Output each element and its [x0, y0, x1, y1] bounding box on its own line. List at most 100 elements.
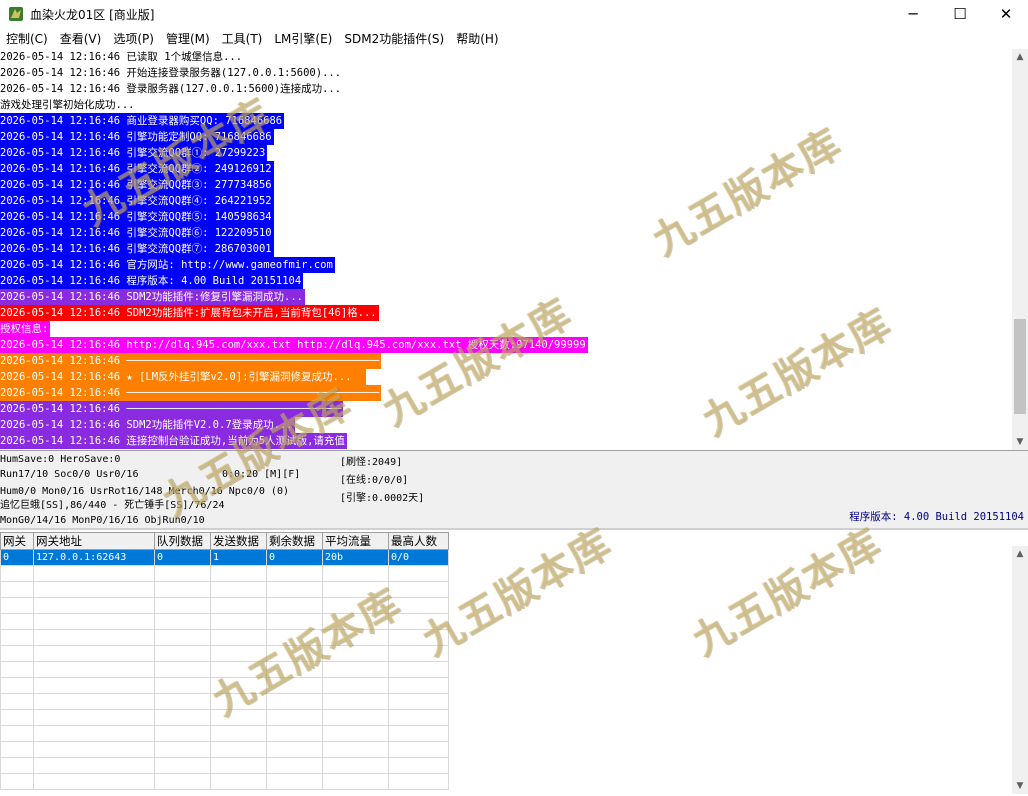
table-cell — [0, 661, 34, 678]
menu-bar: 控制(C) 查看(V) 选项(P) 管理(M) 工具(T) LM引擎(E) SD… — [0, 29, 1028, 49]
log-line: 2026-05-14 12:16:46 引擎交流QQ群⑤: 140598634 — [0, 209, 274, 225]
table-cell — [266, 773, 323, 790]
menu-lm-engine[interactable]: LM引擎(E) — [268, 29, 338, 49]
log-line: 2026-05-14 12:16:46 SDM2功能插件V2.0.7登录成功..… — [0, 417, 295, 433]
table-cell: 0 — [0, 549, 34, 566]
table-cell — [210, 597, 267, 614]
log-line: 2026-05-14 12:16:46 ────────────────────… — [0, 401, 344, 417]
table-cell — [266, 613, 323, 630]
table-cell — [33, 613, 155, 630]
menu-help[interactable]: 帮助(H) — [450, 29, 504, 49]
table-cell — [322, 629, 389, 646]
col-max-users[interactable]: 最高人数 — [388, 532, 449, 550]
table-cell: 1 — [210, 549, 267, 566]
table-cell — [154, 565, 211, 582]
menu-options[interactable]: 选项(P) — [107, 29, 160, 49]
table-row[interactable]: 0 127.0.0.1:62643 0 1 0 20b 0/0 — [0, 549, 449, 566]
gateway-header-row: 网关 网关地址 队列数据 发送数据 剩余数据 平均流量 最高人数 — [0, 532, 449, 550]
scroll-down-icon[interactable]: ▼ — [1012, 778, 1028, 794]
table-cell — [388, 709, 449, 726]
table-row[interactable] — [0, 741, 449, 758]
table-cell — [388, 613, 449, 630]
table-row[interactable] — [0, 629, 449, 646]
col-gateway[interactable]: 网关 — [0, 532, 34, 550]
table-cell: 127.0.0.1:62643 — [33, 549, 155, 566]
log-line: 2026-05-14 12:16:46 ★ [LM反外挂引擎v2.0]:引擎漏洞… — [0, 369, 367, 385]
table-row[interactable] — [0, 757, 449, 774]
table-cell — [322, 645, 389, 662]
menu-view[interactable]: 查看(V) — [54, 29, 108, 49]
table-cell — [0, 773, 34, 790]
table-cell — [0, 565, 34, 582]
table-cell — [33, 693, 155, 710]
table-cell — [266, 741, 323, 758]
table-cell — [33, 757, 155, 774]
col-queue[interactable]: 队列数据 — [154, 532, 211, 550]
log-line: 2026-05-14 12:16:46 引擎交流QQ群③: 277734856 — [0, 177, 274, 193]
table-cell — [154, 597, 211, 614]
table-row[interactable] — [0, 773, 449, 790]
scroll-up-icon[interactable]: ▲ — [1012, 546, 1028, 562]
table-cell — [0, 613, 34, 630]
table-row[interactable] — [0, 677, 449, 694]
col-address[interactable]: 网关地址 — [33, 532, 155, 550]
log-line: 授权信息: — [0, 321, 51, 337]
table-row[interactable] — [0, 645, 449, 662]
table-cell — [154, 661, 211, 678]
scroll-thumb[interactable] — [1014, 319, 1026, 414]
table-row[interactable] — [0, 725, 449, 742]
table-row[interactable] — [0, 581, 449, 598]
scroll-down-icon[interactable]: ▼ — [1012, 434, 1028, 450]
log-line: 游戏处理引擎初始化成功... — [0, 99, 135, 111]
table-cell — [388, 645, 449, 662]
log-line: 2026-05-14 12:16:46 已读取 1个城堡信息... — [0, 51, 243, 63]
table-cell — [322, 661, 389, 678]
col-sent[interactable]: 发送数据 — [210, 532, 267, 550]
minimize-icon[interactable]: ─ — [890, 0, 936, 28]
window-title: 血染火龙01区 [商业版] — [30, 8, 155, 22]
status-mong: MonG0/14/16 MonP0/16/16 ObjRun0/10 — [0, 515, 205, 526]
table-cell — [154, 709, 211, 726]
status-boss: 追忆巨蛾[SS],86/440 - 死亡锤手[SS]/76/24 — [0, 500, 225, 511]
status-run: Run17/10 Soc0/0 Usr0/16 — [0, 469, 139, 480]
col-avg-traffic[interactable]: 平均流量 — [322, 532, 389, 550]
close-icon[interactable]: ✕ — [983, 0, 1028, 28]
menu-tools[interactable]: 工具(T) — [216, 29, 269, 49]
table-row[interactable] — [0, 661, 449, 678]
table-cell — [0, 581, 34, 598]
table-cell — [388, 677, 449, 694]
menu-manage[interactable]: 管理(M) — [160, 29, 216, 49]
table-cell — [322, 709, 389, 726]
table-cell — [0, 757, 34, 774]
table-cell — [33, 629, 155, 646]
log-line: 2026-05-14 12:16:46 ────────────────────… — [0, 353, 382, 369]
table-cell — [210, 741, 267, 758]
table-row[interactable] — [0, 709, 449, 726]
table-row[interactable] — [0, 693, 449, 710]
menu-sdm2-plugin[interactable]: SDM2功能插件(S) — [338, 29, 450, 49]
table-cell — [0, 741, 34, 758]
table-row[interactable] — [0, 597, 449, 614]
log-panel[interactable]: 2026-05-14 12:16:46 已读取 1个城堡信息... 2026-05… — [0, 49, 1012, 450]
gateway-scrollbar[interactable]: ▲ ▼ — [1012, 546, 1028, 794]
table-cell — [154, 613, 211, 630]
col-remaining[interactable]: 剩余数据 — [266, 532, 323, 550]
log-line: 2026-05-14 12:16:46 登录服务器(127.0.0.1:5600… — [0, 83, 342, 95]
status-online: [在线:0/0/0] — [340, 475, 409, 486]
table-cell — [154, 693, 211, 710]
menu-control[interactable]: 控制(C) — [0, 29, 54, 49]
table-cell — [0, 709, 34, 726]
table-cell: 20b — [322, 549, 389, 566]
maximize-icon[interactable]: ☐ — [937, 0, 983, 28]
log-scrollbar[interactable]: ▲ ▼ — [1012, 49, 1028, 450]
table-cell — [210, 645, 267, 662]
table-row[interactable] — [0, 565, 449, 582]
table-cell — [33, 677, 155, 694]
table-cell — [266, 581, 323, 598]
gateway-table: 网关 网关地址 队列数据 发送数据 剩余数据 平均流量 最高人数 0 127.0.… — [0, 532, 449, 790]
table-row[interactable] — [0, 613, 449, 630]
table-cell — [322, 613, 389, 630]
scroll-up-icon[interactable]: ▲ — [1012, 49, 1028, 65]
table-cell — [322, 773, 389, 790]
table-cell — [33, 773, 155, 790]
